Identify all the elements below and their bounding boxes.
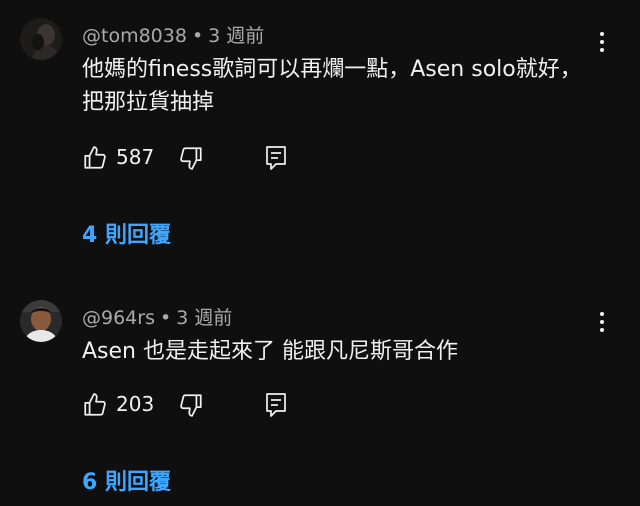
comment-meta: @964rs • 3 週前 [82, 303, 232, 330]
view-replies-link[interactable]: 4 則回覆 [82, 217, 171, 249]
thumbs-up-icon [84, 393, 106, 416]
meta-separator: • [191, 25, 204, 47]
thumbs-up-icon [84, 146, 106, 169]
comment-author[interactable]: @964rs [82, 307, 155, 329]
avatar[interactable] [20, 18, 62, 60]
like-count: 203 [116, 392, 155, 416]
more-vertical-icon[interactable] [590, 307, 614, 337]
reply-button[interactable] [264, 143, 288, 173]
view-replies-link[interactable]: 6 則回覆 [82, 464, 171, 496]
thumbs-down-icon [180, 147, 202, 170]
avatar-image [20, 18, 62, 60]
comment-timestamp[interactable]: 3 週前 [176, 307, 232, 329]
like-button[interactable] [82, 143, 108, 173]
comment-text: 他媽的finess歌詞可以再爛一點，Asen solo就好，把那拉貨抽掉 [82, 57, 582, 115]
comment-text: Asen 也是走起來了 能跟凡尼斯哥合作 [82, 339, 458, 364]
comment-timestamp[interactable]: 3 週前 [208, 25, 264, 47]
meta-separator: • [159, 307, 172, 329]
comment-meta: @tom8038 • 3 週前 [82, 21, 264, 48]
dislike-button[interactable] [178, 390, 204, 420]
dislike-button[interactable] [178, 143, 204, 173]
comment-reply-icon [266, 393, 286, 417]
thumbs-down-icon [180, 394, 202, 417]
comment-thread: @tom8038 • 3 週前 他媽的finess歌詞可以再爛一點，Asen sol… [0, 0, 640, 260]
like-button[interactable] [82, 390, 108, 420]
reply-button[interactable] [264, 390, 288, 420]
comment-author[interactable]: @tom8038 [82, 25, 187, 47]
comment-reply-icon [266, 146, 286, 170]
more-vertical-icon[interactable] [590, 27, 614, 57]
comment-thread: @964rs • 3 週前 Asen 也是走起來了 能跟凡尼斯哥合作 203 6 則… [0, 262, 640, 506]
comment-actions: 203 [82, 390, 322, 420]
like-count: 587 [116, 145, 155, 169]
comment-actions: 587 [82, 143, 322, 173]
avatar[interactable] [20, 300, 62, 342]
avatar-image [20, 300, 62, 342]
